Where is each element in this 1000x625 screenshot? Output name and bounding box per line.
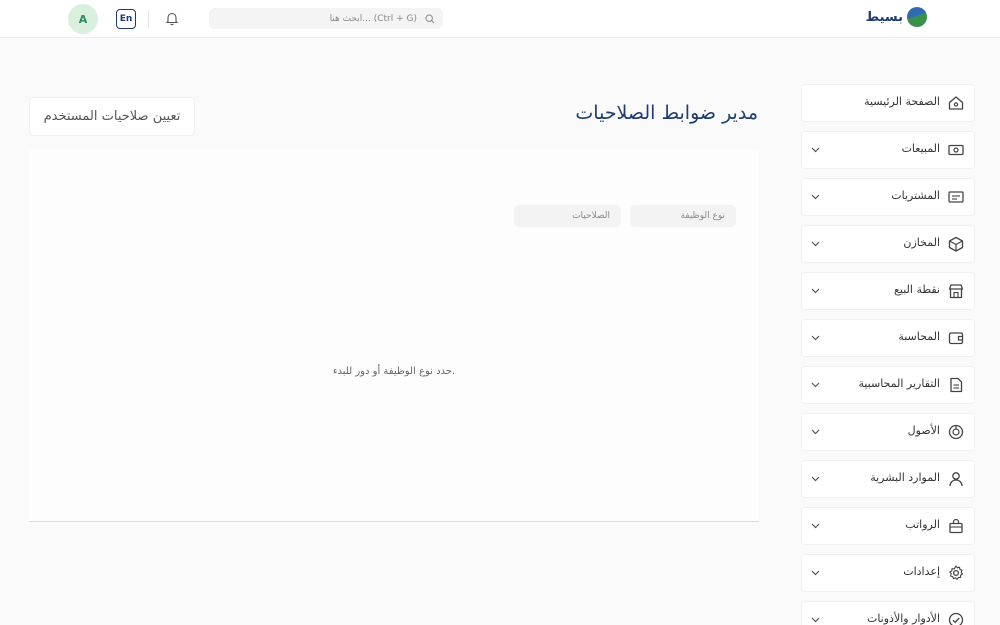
chevron-down-icon: [811, 241, 820, 247]
header-divider: [148, 10, 149, 28]
sidebar-item-home[interactable]: الصفحة الرئيسية: [801, 84, 975, 122]
pie-icon: [947, 423, 965, 441]
sidebar-item-label: المخازن: [903, 236, 940, 249]
chevron-down-icon: [811, 288, 820, 294]
sidebar-item-roles-permissions[interactable]: الأدوار والأذونات: [801, 601, 975, 625]
cash-icon: [947, 141, 965, 159]
sidebar-item-label: الأدوار والأذونات: [866, 612, 940, 625]
user-avatar[interactable]: A: [68, 4, 98, 34]
chevron-down-icon: [811, 476, 820, 482]
brand[interactable]: بسيط: [866, 7, 927, 27]
store-icon: [947, 282, 965, 300]
sidebar-item-sales[interactable]: المبيعات: [801, 131, 975, 169]
chevron-down-icon: [811, 147, 820, 153]
sidebar-item-assets[interactable]: الأصول: [801, 413, 975, 451]
empty-state-message: حدد نوع الوظيفة أو دور للبدء.: [332, 366, 456, 377]
gear-icon: [947, 564, 965, 582]
chevron-down-icon: [811, 429, 820, 435]
panel-divider: [29, 521, 759, 522]
sidebar-item-label: التقارير المحاسبية: [858, 377, 940, 390]
notification-bell-icon[interactable]: [165, 11, 179, 30]
brand-name: بسيط: [865, 9, 903, 25]
sidebar-item-label: إعدادات: [903, 565, 940, 578]
chevron-down-icon: [811, 523, 820, 529]
sidebar-item-purchases[interactable]: المشتريات: [801, 178, 975, 216]
page-title: مدير ضوابط الصلاحيات: [575, 102, 758, 124]
sidebar-item-pos[interactable]: نقطة البيع: [801, 272, 975, 310]
sidebar-item-warehouses[interactable]: المخازن: [801, 225, 975, 263]
sidebar-item-label: المحاسبة: [898, 330, 940, 343]
sidebar-item-accounting-reports[interactable]: التقارير المحاسبية: [801, 366, 975, 404]
sidebar-item-accounting[interactable]: المحاسبة: [801, 319, 975, 357]
tab-job-type[interactable]: نوع الوظيفة: [630, 205, 736, 227]
chevron-down-icon: [811, 570, 820, 576]
language-toggle-button[interactable]: En: [116, 9, 136, 29]
tab-permissions[interactable]: الصلاحيات: [514, 205, 621, 227]
sidebar-item-label: الموارد البشرية: [870, 471, 940, 484]
sidebar-item-label: المشتريات: [891, 189, 940, 202]
assign-user-permissions-button[interactable]: تعيين صلاحيات المستخدم: [29, 97, 195, 136]
search-placeholder: ابحث هنا... (Ctrl + G): [329, 13, 417, 24]
chevron-down-icon: [811, 617, 820, 623]
search-icon: [425, 13, 435, 24]
sidebar-item-hr[interactable]: الموارد البشرية: [801, 460, 975, 498]
bag-icon: [947, 517, 965, 535]
wallet-icon: [947, 329, 965, 347]
user-icon: [947, 470, 965, 488]
check-circle-icon: [947, 611, 965, 625]
sidebar-item-label: الأصول: [907, 424, 940, 437]
sidebar-item-label: الصفحة الرئيسية: [864, 95, 940, 108]
home-icon: [947, 94, 965, 112]
sidebar-item-settings[interactable]: إعدادات: [801, 554, 975, 592]
document-icon: [947, 376, 965, 394]
sidebar-item-label: المبيعات: [901, 142, 940, 155]
sidebar-item-label: الرواتب: [905, 518, 940, 531]
search-input[interactable]: ابحث هنا... (Ctrl + G): [209, 8, 443, 29]
top-header: بسيط ابحث هنا... (Ctrl + G) En A: [0, 0, 1000, 38]
box-icon: [947, 235, 965, 253]
sidebar-item-label: نقطة البيع: [894, 283, 940, 296]
brand-logo-icon: [907, 7, 927, 27]
chevron-down-icon: [811, 382, 820, 388]
chevron-down-icon: [811, 194, 820, 200]
receipt-icon: [947, 188, 965, 206]
sidebar-item-payroll[interactable]: الرواتب: [801, 507, 975, 545]
chevron-down-icon: [811, 335, 820, 341]
